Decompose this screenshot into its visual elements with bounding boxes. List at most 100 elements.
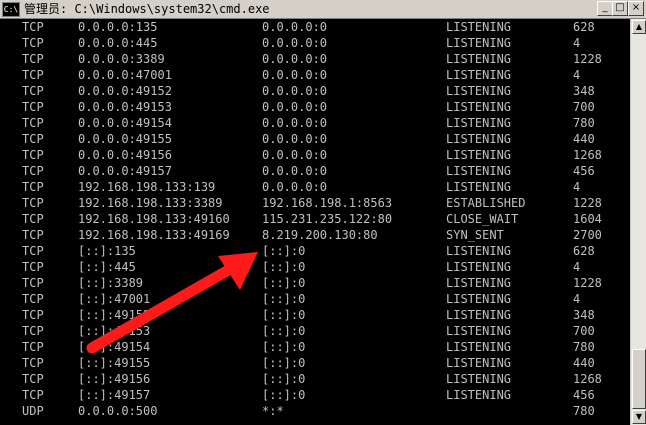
cell-proto: TCP: [22, 68, 44, 82]
cell-foreign: 0.0.0.0:0: [262, 20, 328, 34]
cell-foreign: 0.0.0.0:0: [262, 164, 328, 178]
cell-foreign: 0.0.0.0:0: [262, 84, 328, 98]
cell-proto: TCP: [22, 36, 44, 50]
cell-foreign: [::]:0: [262, 276, 306, 290]
netstat-row: TCP [::]:49154 [::]:0 LISTENING 780: [0, 339, 630, 355]
cell-foreign: 0.0.0.0:0: [262, 116, 328, 130]
cell-local: [::]:49152: [78, 308, 151, 322]
cell-proto: TCP: [22, 100, 44, 114]
cell-pid: 440: [573, 132, 595, 146]
netstat-row: TCP 0.0.0.0:47001 0.0.0.0:0 LISTENING 4: [0, 67, 630, 83]
cell-proto: TCP: [22, 196, 44, 210]
netstat-row: TCP [::]:49152 [::]:0 LISTENING 348: [0, 307, 630, 323]
cell-local: 0.0.0.0:49153: [78, 100, 172, 114]
netstat-row: TCP 192.168.198.133:49160 115.231.235.122:…: [0, 211, 630, 227]
cell-foreign: 0.0.0.0:0: [262, 68, 328, 82]
maximize-button[interactable]: □: [612, 1, 628, 16]
cell-pid: 1228: [573, 276, 602, 290]
scroll-down-arrow-icon[interactable]: ▼: [632, 410, 646, 424]
console-output[interactable]: TCP 0.0.0.0:135 0.0.0.0:0 LISTENING 628 TCP 0.…: [0, 19, 630, 425]
cell-local: [::]:49156: [78, 372, 151, 386]
netstat-row: TCP 0.0.0.0:49156 0.0.0.0:0 LISTENING 1268: [0, 147, 630, 163]
netstat-row: TCP [::]:49155 [::]:0 LISTENING 440: [0, 355, 630, 371]
cell-pid: 4: [573, 36, 581, 50]
netstat-row: TCP 0.0.0.0:49157 0.0.0.0:0 LISTENING 456: [0, 163, 630, 179]
cell-pid: 700: [573, 324, 595, 338]
cell-proto: TCP: [22, 52, 44, 66]
cell-pid: 456: [573, 388, 595, 402]
cell-local: 192.168.198.133:49160: [78, 212, 230, 226]
cell-pid: 456: [573, 164, 595, 178]
cell-pid: 780: [573, 340, 595, 354]
cell-pid: 628: [573, 244, 595, 258]
cell-proto: TCP: [22, 244, 44, 258]
cell-local: 0.0.0.0:135: [78, 20, 158, 34]
netstat-row: UDP 0.0.0.0:500 *:* 780: [0, 403, 630, 419]
netstat-row: TCP [::]:47001 [::]:0 LISTENING 4: [0, 291, 630, 307]
vertical-scrollbar[interactable]: ▲ ▼: [630, 19, 646, 425]
cell-state: LISTENING: [446, 180, 512, 194]
cell-state: LISTENING: [446, 100, 512, 114]
cell-foreign: [::]:0: [262, 292, 306, 306]
close-button[interactable]: ×: [628, 1, 644, 16]
cell-local: [::]:49155: [78, 356, 151, 370]
cell-state: LISTENING: [446, 324, 512, 338]
cell-foreign: 0.0.0.0:0: [262, 180, 328, 194]
netstat-row: TCP 192.168.198.133:49169 8.219.200.130:80…: [0, 227, 630, 243]
cell-local: [::]:445: [78, 260, 136, 274]
cell-state: LISTENING: [446, 132, 512, 146]
netstat-row: TCP [::]:49157 [::]:0 LISTENING 456: [0, 387, 630, 403]
cell-proto: TCP: [22, 84, 44, 98]
cell-local: [::]:135: [78, 244, 136, 258]
cell-pid: 780: [573, 116, 595, 130]
cell-foreign: [::]:0: [262, 372, 306, 386]
cell-proto: TCP: [22, 164, 44, 178]
window-title: 管理员: C:\Windows\system32\cmd.exe: [24, 2, 270, 16]
cell-pid: 1228: [573, 196, 602, 210]
cell-foreign: 0.0.0.0:0: [262, 36, 328, 50]
cell-foreign: [::]:0: [262, 308, 306, 322]
cmd-window: C:\ 管理员: C:\Windows\system32\cmd.exe _ □…: [0, 0, 646, 425]
netstat-row: TCP 0.0.0.0:445 0.0.0.0:0 LISTENING 4: [0, 35, 630, 51]
cell-pid: 1268: [573, 372, 602, 386]
cell-proto: TCP: [22, 308, 44, 322]
netstat-row: TCP [::]:3389 [::]:0 LISTENING 1228: [0, 275, 630, 291]
cell-local: [::]:49153: [78, 324, 151, 338]
cell-local: 192.168.198.133:49169: [78, 228, 230, 242]
netstat-row: TCP 0.0.0.0:49154 0.0.0.0:0 LISTENING 780: [0, 115, 630, 131]
cell-foreign: [::]:0: [262, 260, 306, 274]
cell-state: LISTENING: [446, 36, 512, 50]
cell-pid: 4: [573, 292, 581, 306]
cell-local: 0.0.0.0:3389: [78, 52, 165, 66]
netstat-row: TCP [::]:135 [::]:0 LISTENING 628: [0, 243, 630, 259]
cell-pid: 348: [573, 308, 595, 322]
scroll-up-arrow-icon[interactable]: ▲: [632, 20, 646, 34]
cell-foreign: [::]:0: [262, 244, 306, 258]
cell-proto: TCP: [22, 292, 44, 306]
cell-state: LISTENING: [446, 340, 512, 354]
cell-foreign: *:*: [262, 404, 284, 418]
cell-proto: TCP: [22, 132, 44, 146]
cell-proto: TCP: [22, 260, 44, 274]
cell-state: CLOSE_WAIT: [446, 212, 519, 226]
cell-proto: TCP: [22, 356, 44, 370]
cell-state: LISTENING: [446, 260, 512, 274]
title-bar[interactable]: C:\ 管理员: C:\Windows\system32\cmd.exe _ □…: [0, 0, 646, 19]
cell-state: LISTENING: [446, 276, 512, 290]
netstat-row: TCP 0.0.0.0:3389 0.0.0.0:0 LISTENING 1228: [0, 51, 630, 67]
cell-state: LISTENING: [446, 116, 512, 130]
netstat-row: TCP 0.0.0.0:49153 0.0.0.0:0 LISTENING 700: [0, 99, 630, 115]
minimize-button[interactable]: _: [597, 1, 613, 16]
cell-state: LISTENING: [446, 292, 512, 306]
netstat-row: TCP 192.168.198.133:139 0.0.0.0:0 LISTENING…: [0, 179, 630, 195]
cmd-app-icon[interactable]: C:\: [2, 2, 20, 17]
cell-local: 0.0.0.0:49154: [78, 116, 172, 130]
cell-state: LISTENING: [446, 308, 512, 322]
cell-pid: 4: [573, 260, 581, 274]
cell-pid: 4: [573, 180, 581, 194]
cell-proto: TCP: [22, 340, 44, 354]
cell-foreign: [::]:0: [262, 324, 306, 338]
netstat-row: TCP 0.0.0.0:135 0.0.0.0:0 LISTENING 628: [0, 19, 630, 35]
scrollbar-thumb[interactable]: [632, 349, 646, 409]
cell-state: LISTENING: [446, 356, 512, 370]
